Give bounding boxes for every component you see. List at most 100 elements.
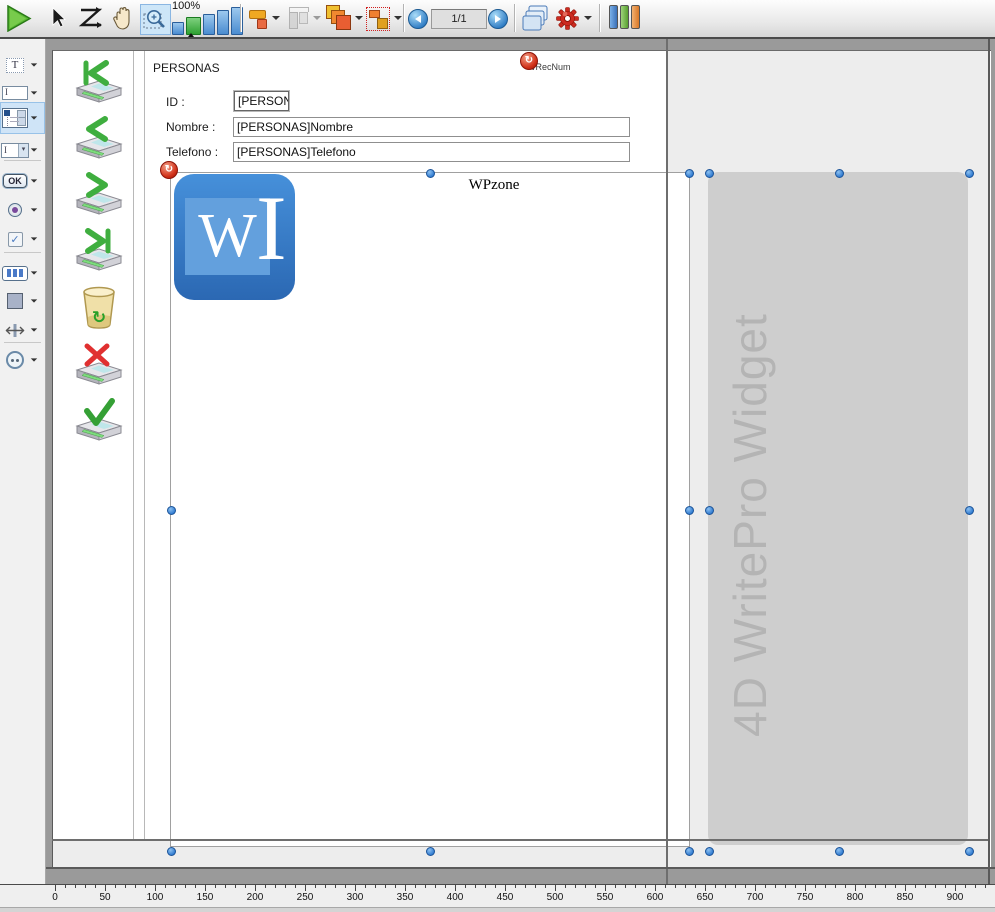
wpzone-selection-handle[interactable] <box>426 169 435 178</box>
execute-form-button[interactable] <box>6 5 32 32</box>
ruler-tick <box>555 885 556 891</box>
delete-record-button[interactable]: ↻ <box>74 284 126 330</box>
ruler-label: 400 <box>440 892 470 903</box>
display-pages-button[interactable] <box>521 5 549 37</box>
tab-control-tool-dropdown[interactable] <box>31 271 37 274</box>
bottom-strip <box>0 907 995 912</box>
button-tool-dropdown[interactable] <box>31 179 37 182</box>
ruler-tick <box>545 885 546 888</box>
field-input-telefono[interactable]: [PERSONAS]Telefono <box>233 142 630 162</box>
last-record-button[interactable] <box>74 228 126 274</box>
listbox-tool[interactable] <box>1 103 44 133</box>
book-icon <box>620 5 629 29</box>
ruler-tick <box>125 885 126 888</box>
radio-tool[interactable] <box>1 197 44 223</box>
text-tool[interactable]: T <box>1 52 44 78</box>
field-input-nombre[interactable]: [PERSONAS]Nombre <box>233 117 630 137</box>
zoom-bar-5[interactable] <box>231 7 243 35</box>
writepro-widget-selection-handle[interactable] <box>965 169 974 178</box>
wpzone-selection-handle[interactable] <box>685 169 694 178</box>
input-tool-dropdown[interactable] <box>31 91 37 94</box>
zoom-bar-4[interactable] <box>217 10 229 35</box>
preferences-button[interactable] <box>556 7 579 35</box>
rectangle-tool-icon <box>1 293 29 309</box>
ruler-label: 750 <box>790 892 820 903</box>
validate-button[interactable] <box>74 398 126 444</box>
ruler-label: 50 <box>90 892 120 903</box>
input-tool-icon: I <box>1 86 29 100</box>
align-tool[interactable] <box>249 8 269 28</box>
field-input-id[interactable]: [PERSON <box>234 91 289 111</box>
book-icon <box>609 5 618 29</box>
splitter-tool-dropdown[interactable] <box>31 328 37 331</box>
plugin-tool-icon <box>1 351 29 369</box>
wpzone-selection-handle[interactable] <box>685 847 694 856</box>
zoom-level-bars[interactable] <box>172 8 243 35</box>
button-tool[interactable]: OK <box>1 168 44 194</box>
previous-record-button[interactable] <box>74 116 126 162</box>
ruler-tick <box>235 885 236 888</box>
checkbox-tool[interactable]: ✓ <box>1 226 44 252</box>
ruler-tick <box>585 885 586 888</box>
writepro-widget-selection-handle[interactable] <box>835 847 844 856</box>
select-tool[interactable] <box>50 7 66 29</box>
library-button[interactable] <box>609 5 640 29</box>
preferences-dropdown[interactable] <box>584 16 592 20</box>
zoom-bar-1[interactable] <box>172 22 184 35</box>
checkbox-tool-dropdown[interactable] <box>31 237 37 240</box>
ruler: 0501001502002503003504004505005506006507… <box>0 884 995 907</box>
wpzone-selection-handle[interactable] <box>426 847 435 856</box>
distribute-tool-disabled <box>287 7 311 29</box>
level-dropdown[interactable] <box>355 16 363 20</box>
listbox-tool-dropdown[interactable] <box>31 116 37 119</box>
zoom-bar-3[interactable] <box>203 14 215 35</box>
level-tool[interactable] <box>326 5 352 31</box>
wpzone-label: WPzone <box>414 177 574 194</box>
ruler-tick <box>405 885 406 891</box>
radio-tool-dropdown[interactable] <box>31 208 37 211</box>
wpzone-selection-handle[interactable] <box>167 847 176 856</box>
writepro-widget-selection-handle[interactable] <box>705 847 714 856</box>
ruler-tick <box>165 885 166 888</box>
writepro-widget-selection-handle[interactable] <box>965 847 974 856</box>
rectangle-tool-dropdown[interactable] <box>31 299 37 302</box>
ruler-tick <box>385 885 386 888</box>
writepro-widget-selection-handle[interactable] <box>965 506 974 515</box>
writepro-widget-selection-handle[interactable] <box>705 506 714 515</box>
tab-control-tool[interactable] <box>1 260 44 286</box>
cancel-button[interactable] <box>74 342 126 388</box>
entry-order-tool[interactable] <box>78 6 104 30</box>
selection-style-tool[interactable] <box>366 7 390 31</box>
ruler-tick <box>795 885 796 888</box>
ruler-label: 700 <box>740 892 770 903</box>
wpzone-selection-handle[interactable] <box>167 506 176 515</box>
text-tool-dropdown[interactable] <box>31 63 37 66</box>
zoom-tool[interactable] <box>140 4 171 35</box>
form-separator-line <box>133 51 134 840</box>
selection-style-dropdown[interactable] <box>394 16 402 20</box>
form-editor-window: { "toolbar": { "zoom_label": "100%", "pa… <box>0 0 995 911</box>
plugin-area-tool-dropdown[interactable] <box>31 358 37 361</box>
combobox-tool-dropdown[interactable] <box>31 148 37 151</box>
writepro-widget-selection-handle[interactable] <box>705 169 714 178</box>
wpzone-badge-icon: ↻ <box>160 161 178 179</box>
ruler-tick <box>855 885 856 891</box>
splitter-tool[interactable] <box>1 317 44 343</box>
align-dropdown[interactable] <box>272 16 280 20</box>
next-record-button[interactable] <box>74 172 126 218</box>
move-tool[interactable] <box>111 6 135 31</box>
rectangle-tool[interactable] <box>1 288 44 314</box>
previous-page-button[interactable] <box>408 9 428 29</box>
writepro-widget-selection-handle[interactable] <box>835 169 844 178</box>
toolbar-separator <box>599 4 600 32</box>
ruler-tick <box>625 885 626 888</box>
ruler-label: 600 <box>640 892 670 903</box>
first-record-button[interactable] <box>74 60 126 106</box>
ruler-tick <box>265 885 266 888</box>
align-icon-part <box>257 19 267 29</box>
ruler-label: 250 <box>290 892 320 903</box>
ruler-tick <box>915 885 916 888</box>
wpzone-selection-handle[interactable] <box>685 506 694 515</box>
plugin-area-tool[interactable] <box>1 347 44 373</box>
next-page-button[interactable] <box>488 9 508 29</box>
